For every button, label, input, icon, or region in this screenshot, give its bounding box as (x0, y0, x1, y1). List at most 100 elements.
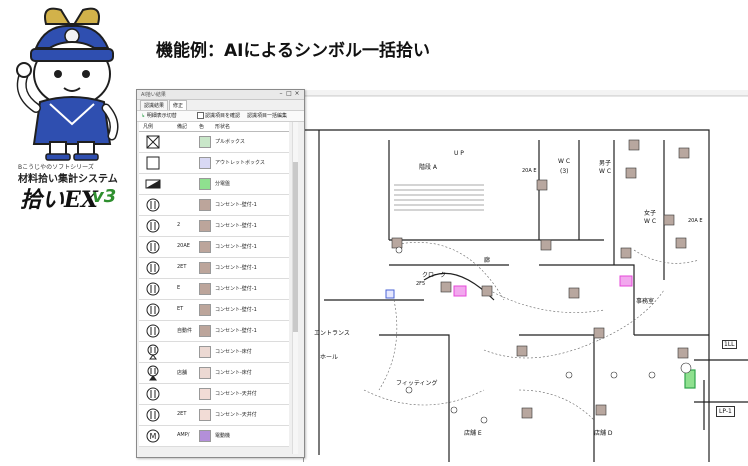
minimize-icon[interactable]: – (277, 90, 285, 97)
row-shape-name: コンセント-壁付-1 (215, 286, 257, 292)
outlet-icon (145, 239, 161, 255)
column-color: 色 (199, 124, 205, 130)
color-swatch[interactable] (199, 178, 211, 190)
table-header: 凡例 備記 色 形状名 (139, 122, 289, 132)
room-label: クローク (422, 272, 447, 279)
room-label: LP-1 (716, 406, 735, 417)
checkbox-icon (197, 112, 204, 119)
room-label: U P (454, 150, 464, 157)
table-row[interactable]: M AMP/電動機 (139, 426, 289, 447)
page-title: 機能例：AIによるシンボル一括拾い (156, 41, 430, 61)
panel-titlebar[interactable]: AI拾い結果 – □ × (137, 90, 304, 100)
color-swatch[interactable] (199, 325, 211, 337)
floor-outlet-icon (145, 344, 161, 360)
confirm-checkbox[interactable]: 認識項目を確認 (197, 112, 240, 119)
color-swatch[interactable] (199, 409, 211, 421)
svg-text:M: M (150, 432, 157, 441)
scrollbar-thumb[interactable] (293, 162, 298, 332)
row-note: E (177, 285, 181, 291)
room-label: 廊 (484, 257, 491, 264)
table-row[interactable]: 2ET コンセント-壁付-1 (139, 258, 289, 279)
table-row[interactable]: E コンセント-壁付-1 (139, 279, 289, 300)
row-shape-name: プルボックス (215, 139, 245, 145)
panel-scrollbar[interactable] (292, 122, 298, 454)
bulk-edit-label: 認識項目一括編集 (247, 113, 288, 119)
row-shape-name: コンセント-床付 (215, 349, 252, 355)
floor-plan-canvas[interactable]: 階段 A U P W C (3) 男子 W C 女子 W C 20A E 20A… (303, 90, 748, 462)
tab-edit[interactable]: 修正 (169, 100, 188, 110)
row-note: 2ET (177, 411, 187, 417)
arrow-icon: ↳ (141, 113, 146, 119)
column-note: 備記 (177, 124, 188, 130)
color-swatch[interactable] (199, 388, 211, 400)
color-swatch[interactable] (199, 367, 211, 379)
row-note: AMP/ (177, 432, 190, 438)
table-row[interactable]: 20AE コンセント-壁付-1 (139, 237, 289, 258)
room-label: W C (558, 158, 571, 165)
table-row[interactable]: アウトレットボックス (139, 153, 289, 174)
row-shape-name: コンセント-壁付-1 (215, 223, 257, 229)
table-row[interactable]: 自動件 コンセント-壁付-1 (139, 321, 289, 342)
row-note: 20AE (177, 243, 190, 249)
table-row[interactable]: ET コンセント-壁付-1 (139, 300, 289, 321)
row-note: 自動件 (177, 328, 193, 334)
row-note: 2ET (177, 264, 187, 270)
product-logo: Bこうじやのソフトシリーズ 材料拾い集計システム 拾いEX v3 (18, 162, 138, 213)
mascot-illustration (16, 7, 119, 161)
room-label: フィッティング (396, 380, 438, 387)
table-row[interactable]: プルボックス (139, 132, 289, 153)
room-label: W C (644, 218, 657, 225)
color-swatch[interactable] (199, 157, 211, 169)
bulk-edit-button[interactable]: 認識項目一括編集 (247, 112, 287, 119)
display-toggle-label: 明細表示切替 (146, 113, 177, 119)
panel-title: AI拾い結果 (141, 92, 166, 98)
color-swatch[interactable] (199, 262, 211, 274)
panel-board-icon (145, 176, 161, 192)
floor-plan-drawing (304, 90, 748, 462)
row-shape-name: コンセント-天井付 (215, 412, 257, 418)
room-label: 男子 (599, 160, 612, 167)
table-row[interactable]: 分電盤 (139, 174, 289, 195)
row-shape-name: コンセント-壁付-1 (215, 202, 257, 208)
tab-recognition-result[interactable]: 認識結果 (140, 100, 169, 110)
table-row[interactable]: 店舗 コンセント-床付 (139, 363, 289, 384)
color-swatch[interactable] (199, 304, 211, 316)
ai-result-panel[interactable]: AI拾い結果 – □ × 認識結果 修正 ↳ 明細表示切替 認識項目を確認 認識項目一… (136, 89, 305, 458)
column-legend: 凡例 (143, 124, 154, 130)
color-swatch[interactable] (199, 136, 211, 148)
room-label: ホール (320, 354, 339, 361)
color-swatch[interactable] (199, 241, 211, 253)
outlet-icon (145, 302, 161, 318)
box-empty-icon (145, 155, 161, 171)
outlet-icon (145, 218, 161, 234)
confirm-checkbox-label: 認識項目を確認 (205, 113, 241, 119)
room-label: 店舗 D (594, 430, 613, 437)
display-toggle-button[interactable]: ↳ 明細表示切替 (141, 112, 177, 119)
color-swatch[interactable] (199, 283, 211, 295)
color-swatch[interactable] (199, 346, 211, 358)
logo-version: v3 (92, 186, 117, 207)
color-swatch[interactable] (199, 199, 211, 211)
room-label: 20A E (688, 218, 703, 224)
row-shape-name: コンセント-壁付-1 (215, 328, 257, 334)
table-row[interactable]: 2 コンセント-壁付-1 (139, 216, 289, 237)
table-row[interactable]: 2ET コンセント-天井付 (139, 405, 289, 426)
column-shape-name: 形状名 (215, 124, 231, 130)
row-note: 店舗 (177, 370, 188, 376)
close-icon[interactable]: × (293, 90, 301, 97)
room-label: 2F5 (416, 281, 426, 287)
table-row[interactable]: コンセント-床付 (139, 342, 289, 363)
outlet-icon (145, 281, 161, 297)
row-shape-name: コンセント-天井付 (215, 391, 257, 397)
room-label: エントランス (314, 330, 350, 337)
row-shape-name: コンセント-壁付-1 (215, 265, 257, 271)
outlet-icon (145, 323, 161, 339)
color-swatch[interactable] (199, 220, 211, 232)
box-cross-icon (145, 134, 161, 150)
maximize-icon[interactable]: □ (285, 90, 293, 97)
floor-outlet-filled-icon (145, 365, 161, 381)
table-row[interactable]: コンセント-天井付 (139, 384, 289, 405)
table-row[interactable]: コンセント-壁付-1 (139, 195, 289, 216)
row-shape-name: 分電盤 (215, 181, 231, 187)
color-swatch[interactable] (199, 430, 211, 442)
